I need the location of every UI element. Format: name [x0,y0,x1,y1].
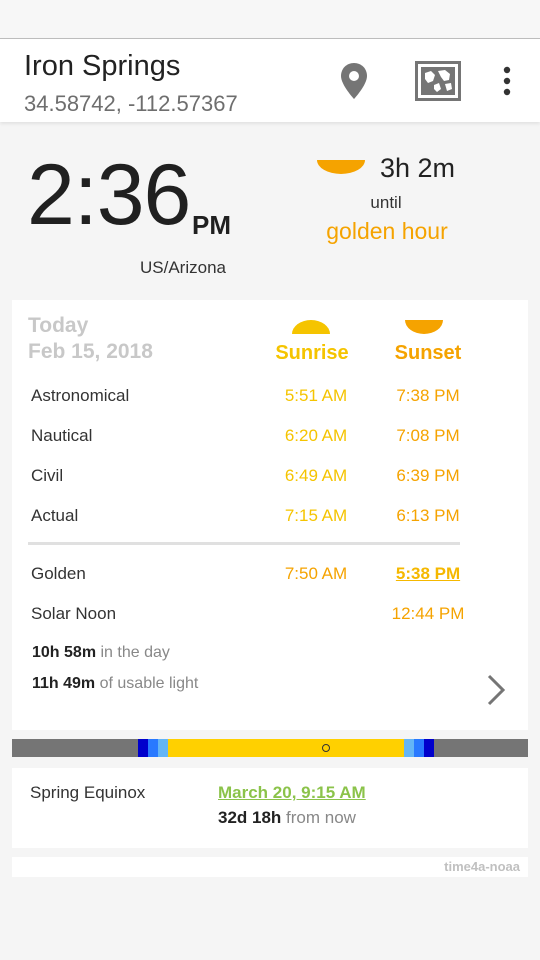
world-map-icon[interactable] [415,61,461,101]
today-label: Today [28,314,89,337]
sunset-value: 6:39 PM [396,466,460,485]
daylight-timeline-bar[interactable] [12,739,528,757]
timeline-nautical-pm [414,739,424,757]
section-divider [28,542,460,545]
golden-hour-until-label: until [370,193,402,212]
sunset-value: 6:13 PM [396,506,460,525]
data-source-footer: time4a-noaa [12,857,528,877]
chevron-right-icon[interactable] [484,672,508,708]
app-bar: Iron Springs 34.58742, -112.57367 [0,38,540,122]
timeline-astronomical-pm [424,739,434,757]
equinox-relative-value: 32d 18h [218,808,282,827]
equinox-relative-suffix: from now [281,808,356,827]
sunrise-value: 6:20 AM [284,426,348,445]
timeline-nautical-am [148,739,158,757]
row-solar-noon: Solar Noon 12:44 PM [12,600,528,630]
sunrise-icon [292,320,330,334]
row-actual: Actual 7:15 AM 6:13 PM [12,502,528,532]
sunrise-value: 6:49 AM [284,466,348,485]
timeline-astronomical-am [138,739,148,757]
row-civil: Civil 6:49 AM 6:39 PM [12,462,528,492]
sunset-value: 7:38 PM [396,386,460,405]
day-length-suffix: in the day [96,644,170,661]
sunset-value: 7:08 PM [396,426,460,445]
equinox-card: Spring Equinox March 20, 9:15 AM 32d 18h… [12,768,528,848]
row-golden: Golden 7:50 AM 5:38 PM [12,560,528,590]
more-vert-icon[interactable] [494,65,520,97]
usable-light-suffix: of usable light [95,675,199,692]
timeline-day [168,739,404,757]
sunrise-value: 5:51 AM [284,386,348,405]
usable-light: 11h 49m of usable light [32,675,198,693]
sunrise-value: 7:15 AM [284,506,348,525]
day-length-value: 10h 58m [32,644,97,661]
golden-hour-label: golden hour [326,218,448,244]
row-astronomical: Astronomical 5:51 AM 7:38 PM [12,382,528,412]
golden-morning-value: 7:50 AM [284,564,348,583]
day-length: 10h 58m in the day [32,644,170,662]
current-time-marker [322,744,330,752]
golden-evening-value[interactable]: 5:38 PM [378,564,478,584]
location-name: Iron Springs [24,50,181,82]
row-label: Nautical [31,426,93,445]
sunset-icon [405,320,443,334]
golden-hour-countdown: 3h 2m [380,153,456,183]
location-coordinates: 34.58742, -112.57367 [24,91,238,116]
row-nautical: Nautical 6:20 AM 7:08 PM [12,422,528,452]
timeline-civil-pm [404,739,414,757]
current-time: 2:36 [27,147,191,243]
sunrise-column-header: Sunrise [275,342,349,364]
date-label: Feb 15, 2018 [28,340,153,363]
row-label: Astronomical [31,386,130,405]
row-label: Solar Noon [31,604,117,623]
solar-noon-value: 12:44 PM [391,604,465,623]
timeline-civil-am [158,739,168,757]
equinox-date-link[interactable]: March 20, 9:15 AM [218,783,366,803]
equinox-relative: 32d 18h from now [218,808,356,828]
location-pin-icon[interactable] [339,61,369,101]
data-source-label: time4a-noaa [444,859,520,874]
setting-sun-icon [317,160,365,174]
usable-light-value: 11h 49m [32,675,96,692]
equinox-label: Spring Equinox [30,783,146,802]
row-label: Golden [31,564,86,583]
row-label: Civil [31,466,64,485]
status-bar [0,0,540,38]
row-label: Actual [31,506,79,525]
sunset-column-header: Sunset [394,342,462,364]
am-pm-indicator: PM [192,210,231,240]
timezone-label[interactable]: US/Arizona [140,258,226,278]
sun-times-card[interactable]: Today Feb 15, 2018 Sunrise Sunset Astron… [12,300,528,730]
